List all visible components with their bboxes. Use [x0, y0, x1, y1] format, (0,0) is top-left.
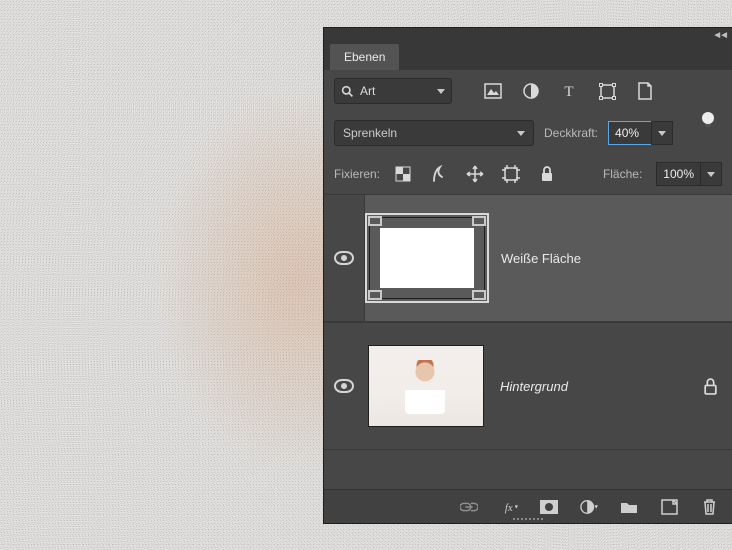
panel-resize-handle[interactable] — [504, 515, 552, 523]
layer-row-wrapper: Weiße Fläche — [324, 194, 732, 322]
filter-adjustment-icon[interactable] — [522, 82, 540, 100]
lock-all-icon[interactable] — [538, 165, 556, 183]
filter-shape-icon[interactable] — [598, 82, 616, 100]
blend-mode-value: Sprenkeln — [343, 126, 397, 140]
layer-style-button[interactable]: fx — [500, 498, 518, 516]
opacity-stepper[interactable] — [651, 121, 673, 145]
lock-icons-group — [394, 165, 556, 183]
panel-topbar: ◄◄ — [324, 28, 732, 42]
blend-row: Sprenkeln Deckkraft: 40% — [324, 112, 732, 154]
filter-toggle-switch[interactable] — [702, 112, 714, 124]
layer-name-label[interactable]: Hintergrund — [500, 379, 568, 394]
crop-corner-icon — [472, 216, 486, 226]
lock-image-icon[interactable] — [430, 165, 448, 183]
eye-icon — [334, 379, 354, 393]
search-icon — [341, 85, 354, 98]
chevron-down-icon — [658, 131, 666, 136]
fill-input[interactable]: 100% — [656, 162, 701, 186]
visibility-toggle[interactable] — [324, 251, 364, 265]
panel-collapse-icon[interactable]: ◄◄ — [712, 30, 726, 41]
chevron-down-icon — [517, 131, 525, 136]
tab-layers[interactable]: Ebenen — [330, 44, 399, 70]
layer-mask-button[interactable] — [540, 498, 558, 516]
lock-position-icon[interactable] — [466, 165, 484, 183]
filter-smartobject-icon[interactable] — [636, 82, 654, 100]
crop-corner-icon — [368, 216, 382, 226]
layer-name-label[interactable]: Weiße Fläche — [501, 251, 581, 266]
crop-corner-icon — [368, 290, 382, 300]
chevron-down-icon — [707, 172, 715, 177]
layer-item-selected[interactable]: Weiße Fläche — [364, 195, 732, 321]
filter-type-text-icon[interactable]: T — [560, 82, 578, 100]
filter-row: Art T — [324, 70, 732, 112]
filter-icons-group: T — [484, 82, 654, 100]
svg-text:T: T — [564, 84, 573, 99]
thumbnail-content — [405, 360, 445, 414]
opacity-value: 40% — [615, 126, 639, 140]
filter-pixel-icon[interactable] — [484, 82, 502, 100]
filter-type-label: Art — [360, 84, 431, 98]
panel-tabbar: Ebenen — [324, 42, 732, 70]
fill-value: 100% — [663, 167, 694, 181]
layer-group-button[interactable] — [620, 498, 638, 516]
lock-label: Fixieren: — [334, 167, 380, 181]
layer-filter-type-select[interactable]: Art — [334, 78, 452, 104]
layers-panel: ◄◄ Ebenen Art T — [324, 28, 732, 523]
layer-item[interactable]: Hintergrund — [324, 322, 732, 450]
fill-label: Fläche: — [603, 167, 642, 181]
lock-row: Fixieren: Fläche: 100% — [324, 154, 732, 194]
opacity-label: Deckkraft: — [544, 126, 598, 140]
svg-text:fx: fx — [505, 503, 513, 514]
eye-icon — [334, 251, 354, 265]
delete-layer-button[interactable] — [700, 498, 718, 516]
lock-transparency-icon[interactable] — [394, 165, 412, 183]
opacity-input[interactable]: 40% — [608, 121, 652, 145]
blend-mode-select[interactable]: Sprenkeln — [334, 120, 534, 146]
chevron-down-icon — [437, 89, 445, 94]
layer-list: Weiße Fläche Hintergrund — [324, 194, 732, 489]
layer-thumbnail[interactable] — [369, 217, 485, 299]
link-layers-button[interactable] — [460, 498, 478, 516]
layer-locked-icon[interactable] — [703, 378, 718, 395]
lock-artboard-icon[interactable] — [502, 165, 520, 183]
thumbnail-content — [380, 228, 474, 288]
new-layer-button[interactable] — [660, 498, 678, 516]
layer-thumbnail[interactable] — [368, 345, 484, 427]
adjustment-layer-button[interactable] — [580, 498, 598, 516]
visibility-toggle[interactable] — [324, 379, 364, 393]
crop-corner-icon — [472, 290, 486, 300]
fill-stepper[interactable] — [700, 162, 722, 186]
